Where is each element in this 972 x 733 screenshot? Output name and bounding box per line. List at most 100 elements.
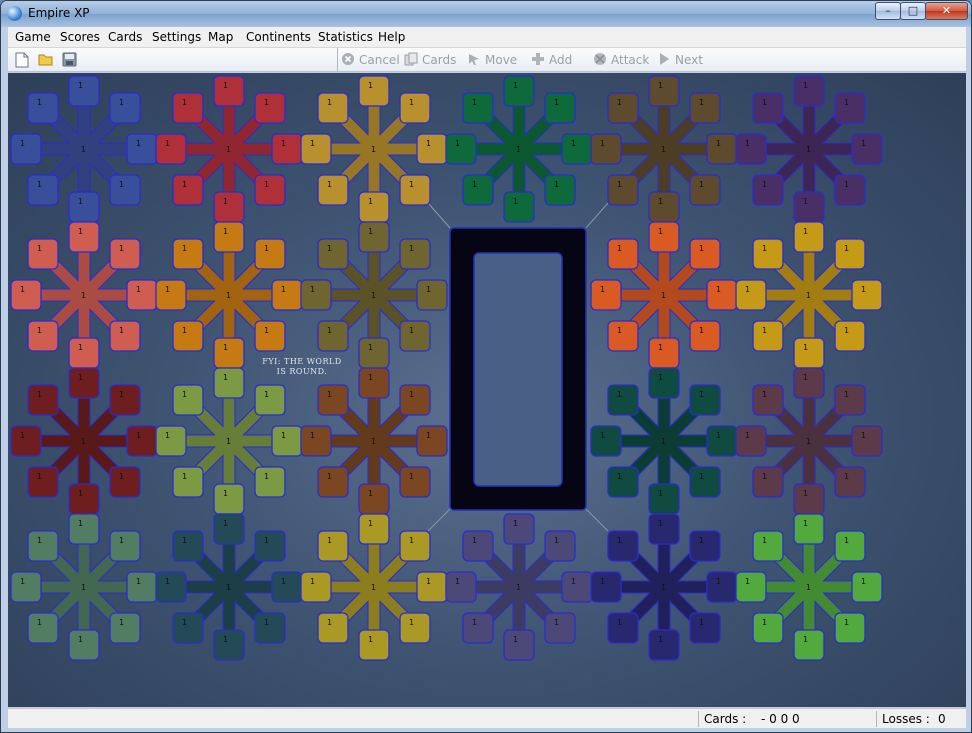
territory[interactable]: 1	[607, 530, 639, 562]
territory[interactable]: 1	[399, 384, 431, 416]
continent[interactable]: 1 1 1 1 1 1 1 1 1	[300, 75, 448, 223]
territory[interactable]: 1	[317, 384, 349, 416]
territory[interactable]: 1	[109, 466, 141, 498]
territory[interactable]: 1	[358, 221, 390, 253]
territory[interactable]: 1	[300, 425, 332, 457]
territory[interactable]: 1	[834, 174, 866, 206]
territory[interactable]: 1	[254, 320, 286, 352]
territory[interactable]: 1	[300, 133, 332, 165]
territory[interactable]: 1	[544, 612, 576, 644]
territory[interactable]: 1	[271, 279, 303, 311]
territory[interactable]: 1	[752, 612, 784, 644]
territory[interactable]: 1	[648, 483, 680, 515]
territory[interactable]: 1	[503, 629, 535, 661]
close-button[interactable]: ✕	[925, 2, 968, 20]
continent[interactable]: 1 1 1 1 1 1 1 1 1	[300, 367, 448, 515]
territory[interactable]: 1	[109, 174, 141, 206]
territory[interactable]: 1	[213, 191, 245, 223]
territory[interactable]: 1	[607, 612, 639, 644]
territory[interactable]: 1	[752, 92, 784, 124]
next-button[interactable]: Next	[657, 51, 703, 69]
territory[interactable]: 1	[10, 133, 42, 165]
territory[interactable]: 1	[648, 629, 680, 661]
territory[interactable]: 1	[834, 238, 866, 270]
territory[interactable]: 1	[254, 92, 286, 124]
territory[interactable]: 1	[172, 92, 204, 124]
continent[interactable]: 1 1 1 1 1 1 1 1 1	[155, 221, 303, 369]
territory[interactable]: 1	[109, 612, 141, 644]
territory[interactable]: 1	[689, 612, 721, 644]
continent[interactable]: 1 1 1 1 1 1 1 1 1	[445, 513, 593, 661]
territory[interactable]: 1	[317, 238, 349, 270]
territory[interactable]: 1	[416, 571, 448, 603]
territory[interactable]: 1	[834, 612, 866, 644]
territory[interactable]: 1	[399, 530, 431, 562]
territory[interactable]: 1	[851, 425, 883, 457]
territory[interactable]: 1	[689, 384, 721, 416]
menu-continents[interactable]: Continents	[246, 30, 311, 44]
territory[interactable]: 1	[317, 174, 349, 206]
title-bar[interactable]: Empire XP – □ ✕	[1, 1, 971, 27]
territory[interactable]: 1	[27, 530, 59, 562]
menu-settings[interactable]: Settings	[152, 30, 201, 44]
territory[interactable]: 1	[706, 133, 738, 165]
territory[interactable]: 1	[706, 425, 738, 457]
territory[interactable]: 1	[793, 629, 825, 661]
territory[interactable]: 1	[271, 571, 303, 603]
territory[interactable]: 1	[399, 466, 431, 498]
territory[interactable]: 1	[317, 466, 349, 498]
territory[interactable]: 1	[254, 174, 286, 206]
continent[interactable]: 1 1 1 1 1 1 1 1 1	[10, 513, 158, 661]
territory[interactable]: 1	[317, 612, 349, 644]
territory[interactable]: 1	[590, 133, 622, 165]
territory[interactable]: 1	[109, 530, 141, 562]
menu-statistics[interactable]: Statistics	[318, 30, 373, 44]
minimize-button[interactable]: –	[875, 2, 901, 20]
territory[interactable]: 1	[793, 337, 825, 369]
territory[interactable]: 1	[213, 367, 245, 399]
territory[interactable]: 1	[706, 279, 738, 311]
menu-scores[interactable]: Scores	[60, 30, 100, 44]
territory[interactable]: 1	[648, 191, 680, 223]
territory[interactable]: 1	[172, 238, 204, 270]
territory[interactable]: 1	[254, 530, 286, 562]
attack-button[interactable]: Attack	[593, 51, 649, 69]
cancel-button[interactable]: Cancel	[341, 51, 400, 69]
territory[interactable]: 1	[126, 279, 158, 311]
territory[interactable]: 1	[689, 466, 721, 498]
territory[interactable]: 1	[503, 75, 535, 107]
territory[interactable]: 1	[735, 279, 767, 311]
territory[interactable]: 1	[590, 279, 622, 311]
territory[interactable]: 1	[752, 384, 784, 416]
territory[interactable]: 1	[648, 513, 680, 545]
territory[interactable]: 1	[416, 133, 448, 165]
new-file-icon[interactable]	[15, 52, 29, 68]
territory[interactable]: 1	[358, 367, 390, 399]
territory[interactable]: 1	[68, 221, 100, 253]
continent[interactable]: 1 1 1 1 1 1 1 1 1	[10, 367, 158, 515]
territory[interactable]: 1	[109, 384, 141, 416]
territory[interactable]: 1	[358, 337, 390, 369]
territory[interactable]: 1	[358, 191, 390, 223]
territory[interactable]: 1	[445, 133, 477, 165]
territory[interactable]: 1	[399, 612, 431, 644]
territory[interactable]: 1	[752, 530, 784, 562]
territory[interactable]: 1	[752, 238, 784, 270]
territory[interactable]: 1	[213, 221, 245, 253]
territory[interactable]: 1	[607, 174, 639, 206]
territory[interactable]: 1	[109, 92, 141, 124]
territory[interactable]: 1	[358, 75, 390, 107]
territory[interactable]: 1	[213, 629, 245, 661]
territory[interactable]: 1	[462, 612, 494, 644]
territory[interactable]: 1	[271, 425, 303, 457]
territory[interactable]: 1	[27, 384, 59, 416]
territory[interactable]: 1	[68, 629, 100, 661]
territory[interactable]: 1	[358, 629, 390, 661]
map-area[interactable]: 1111111111111111111111111111111111111111…	[8, 73, 966, 707]
move-button[interactable]: Move	[467, 51, 517, 69]
continent[interactable]: 1 1 1 1 1 1 1 1 1	[300, 221, 448, 369]
territory[interactable]: 1	[793, 483, 825, 515]
save-disk-icon[interactable]	[62, 52, 77, 67]
territory[interactable]: 1	[689, 320, 721, 352]
maximize-button[interactable]: □	[900, 2, 926, 20]
